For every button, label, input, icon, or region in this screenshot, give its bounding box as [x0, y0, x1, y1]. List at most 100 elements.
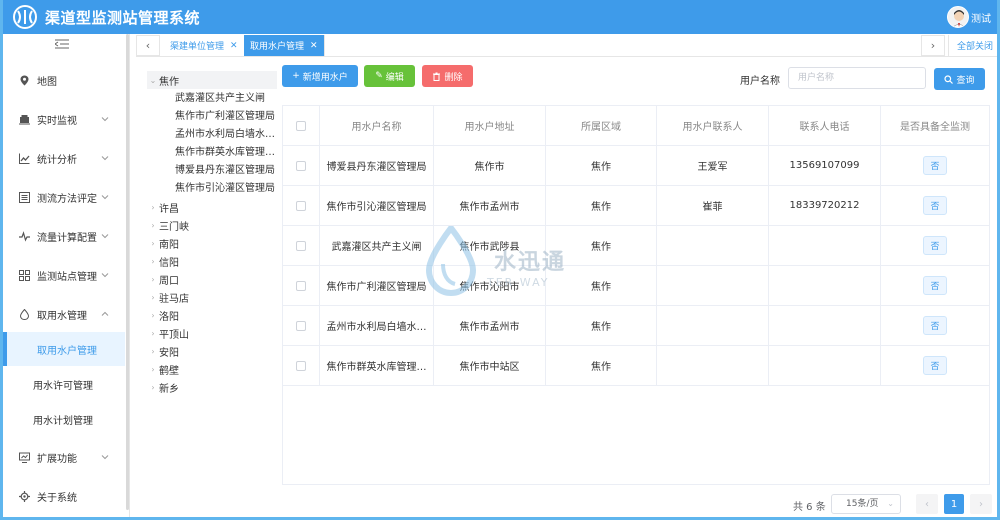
caret-right-icon[interactable]: › [147, 293, 159, 302]
add-water-user-button[interactable]: + 新增用水户 [282, 65, 358, 87]
button-label: 新增用水户 [302, 72, 348, 83]
sidebar-scrollbar[interactable] [126, 34, 129, 510]
table-cell: 焦作市武陟县 [434, 226, 546, 265]
table-cell: 博爱县丹东灌区管理局 [320, 146, 434, 185]
row-select-cell [283, 346, 320, 385]
table-cell: 否 [881, 346, 989, 385]
tree-node[interactable]: › 信阳 [147, 252, 179, 270]
user-name[interactable]: 测试 [971, 10, 991, 25]
gear-icon [19, 490, 30, 502]
tree-node-label: 平顶山 [159, 329, 189, 341]
tree-leaf[interactable]: 武嘉灌区共产主义闸 [175, 90, 275, 108]
caret-down-icon[interactable]: ⌄ [147, 76, 159, 85]
caret-right-icon[interactable]: › [147, 383, 159, 392]
sidebar-item-extensions[interactable]: 扩展功能 [3, 439, 125, 475]
row-select-cell [283, 266, 320, 305]
table-cell [769, 306, 881, 345]
sidebar-item-about[interactable]: 关于系统 [3, 478, 125, 514]
chevron-down-icon [101, 273, 109, 278]
tree-node-label: 信阳 [159, 257, 179, 269]
select-all-checkbox[interactable] [296, 120, 306, 131]
sidebar-item-water-use[interactable]: 取用水管理 [3, 296, 125, 332]
tree-node[interactable]: › 安阳 [147, 342, 179, 360]
page-size-select[interactable]: 15条/页 ⌄ [831, 494, 901, 514]
avatar[interactable] [947, 6, 969, 28]
edit-button[interactable]: ✎ 编辑 [364, 65, 415, 87]
caret-right-icon[interactable]: › [147, 239, 159, 248]
table-cell: 否 [881, 306, 989, 345]
tree-node[interactable]: › 驻马店 [147, 288, 189, 306]
tree-node-root[interactable]: ⌄ 焦作 [147, 71, 277, 89]
tree-node[interactable]: › 鹤壁 [147, 360, 179, 378]
chevron-down-icon [101, 455, 109, 460]
page-number-current[interactable]: 1 [944, 494, 964, 514]
caret-right-icon[interactable]: › [147, 203, 159, 212]
caret-right-icon[interactable]: › [147, 275, 159, 284]
sidebar-item-map[interactable]: 地图 [3, 62, 125, 98]
tab-water-user[interactable]: 取用水户管理 ✕ [244, 35, 325, 56]
table-row[interactable]: 焦作市引沁灌区管理局 焦作市孟州市 焦作 崔菲 18339720212 否 [283, 186, 989, 226]
table-cell: 焦作市孟州市 [434, 186, 546, 225]
table-cell [657, 306, 769, 345]
search-input[interactable]: 用户名称 [788, 67, 926, 89]
table-cell: 孟州市水利局白墙水… [320, 306, 434, 345]
tree-node[interactable]: › 三门峡 [147, 216, 189, 234]
tree-leaf[interactable]: 博爱县丹东灌区管理局 [175, 162, 275, 180]
tree-leaf[interactable]: 焦作市广利灌区管理局 [175, 108, 275, 126]
caret-right-icon[interactable]: › [147, 365, 159, 374]
tree-node[interactable]: › 新乡 [147, 378, 179, 396]
prev-page-button[interactable]: ‹ [916, 494, 938, 514]
sidebar-item-realtime-monitor[interactable]: 实时监视 [3, 101, 125, 137]
search-button[interactable]: 查询 [934, 68, 985, 90]
button-label: 编辑 [385, 72, 404, 83]
tree-node[interactable]: › 周口 [147, 270, 179, 288]
pagination-total: 共 6 条 [793, 502, 826, 513]
tab-channel-unit[interactable]: 渠建单位管理 ✕ [164, 35, 245, 56]
caret-right-icon[interactable]: › [147, 347, 159, 356]
caret-right-icon[interactable]: › [147, 221, 159, 230]
close-all-tabs-button[interactable]: 全部关闭 [947, 35, 993, 56]
tree-node[interactable]: › 许昌 [147, 198, 179, 216]
row-checkbox[interactable] [296, 320, 306, 331]
caret-right-icon[interactable]: › [147, 311, 159, 320]
chevron-down-icon [101, 195, 109, 200]
table-row[interactable]: 孟州市水利局白墙水… 焦作市孟州市 焦作 否 [283, 306, 989, 346]
delete-button[interactable]: 删除 [422, 65, 473, 87]
table-cell [769, 226, 881, 265]
table-cell [657, 346, 769, 385]
sidebar-subitem-water-plan[interactable]: 用水计划管理 [3, 402, 125, 436]
row-checkbox[interactable] [296, 240, 306, 251]
sidebar-subitem-water-user[interactable]: 取用水户管理 [3, 332, 125, 366]
sidebar-item-flow-config[interactable]: 流量计算配置 [3, 218, 125, 254]
row-checkbox[interactable] [296, 200, 306, 211]
tree-leaf[interactable]: 焦作市引沁灌区管理局 [175, 180, 275, 198]
caret-right-icon[interactable]: › [147, 329, 159, 338]
tab-scroll-right-button[interactable]: › [921, 35, 945, 56]
table-row[interactable]: 博爱县丹东灌区管理局 焦作市 焦作 王爱军 13569107099 否 [283, 146, 989, 186]
column-header: 是否具备全监测 [900, 122, 970, 133]
sitemap-icon [19, 269, 30, 281]
row-checkbox[interactable] [296, 160, 306, 171]
table-row[interactable]: 武嘉灌区共产主义闸 焦作市武陟县 焦作 否 [283, 226, 989, 266]
sidebar-item-statistics[interactable]: 统计分析 [3, 140, 125, 176]
row-checkbox[interactable] [296, 360, 306, 371]
sidebar-item-station-management[interactable]: 监测站点管理 [3, 257, 125, 293]
tree-leaf[interactable]: 孟州市水利局白墙水… [175, 126, 275, 144]
next-page-button[interactable]: › [970, 494, 992, 514]
table-row[interactable]: 焦作市群英水库管理… 焦作市中站区 焦作 否 [283, 346, 989, 386]
menu-collapse-icon[interactable] [55, 39, 69, 49]
close-icon[interactable]: ✕ [310, 41, 318, 51]
tree-node[interactable]: › 洛阳 [147, 306, 179, 324]
tree-node[interactable]: › 南阳 [147, 234, 179, 252]
table-cell: 否 [881, 186, 989, 225]
row-checkbox[interactable] [296, 280, 306, 291]
table-row[interactable]: 焦作市广利灌区管理局 焦作市沁阳市 焦作 否 [283, 266, 989, 306]
tree-node[interactable]: › 平顶山 [147, 324, 189, 342]
sidebar-subitem-water-permit[interactable]: 用水许可管理 [3, 367, 125, 401]
column-header: 用水户联系人 [657, 106, 769, 145]
caret-right-icon[interactable]: › [147, 257, 159, 266]
tree-leaf[interactable]: 焦作市群英水库管理… [175, 144, 275, 162]
tab-scroll-left-button[interactable]: ‹ [136, 35, 160, 56]
sidebar-item-flow-method[interactable]: 测流方法评定 [3, 179, 125, 215]
close-icon[interactable]: ✕ [230, 41, 238, 51]
